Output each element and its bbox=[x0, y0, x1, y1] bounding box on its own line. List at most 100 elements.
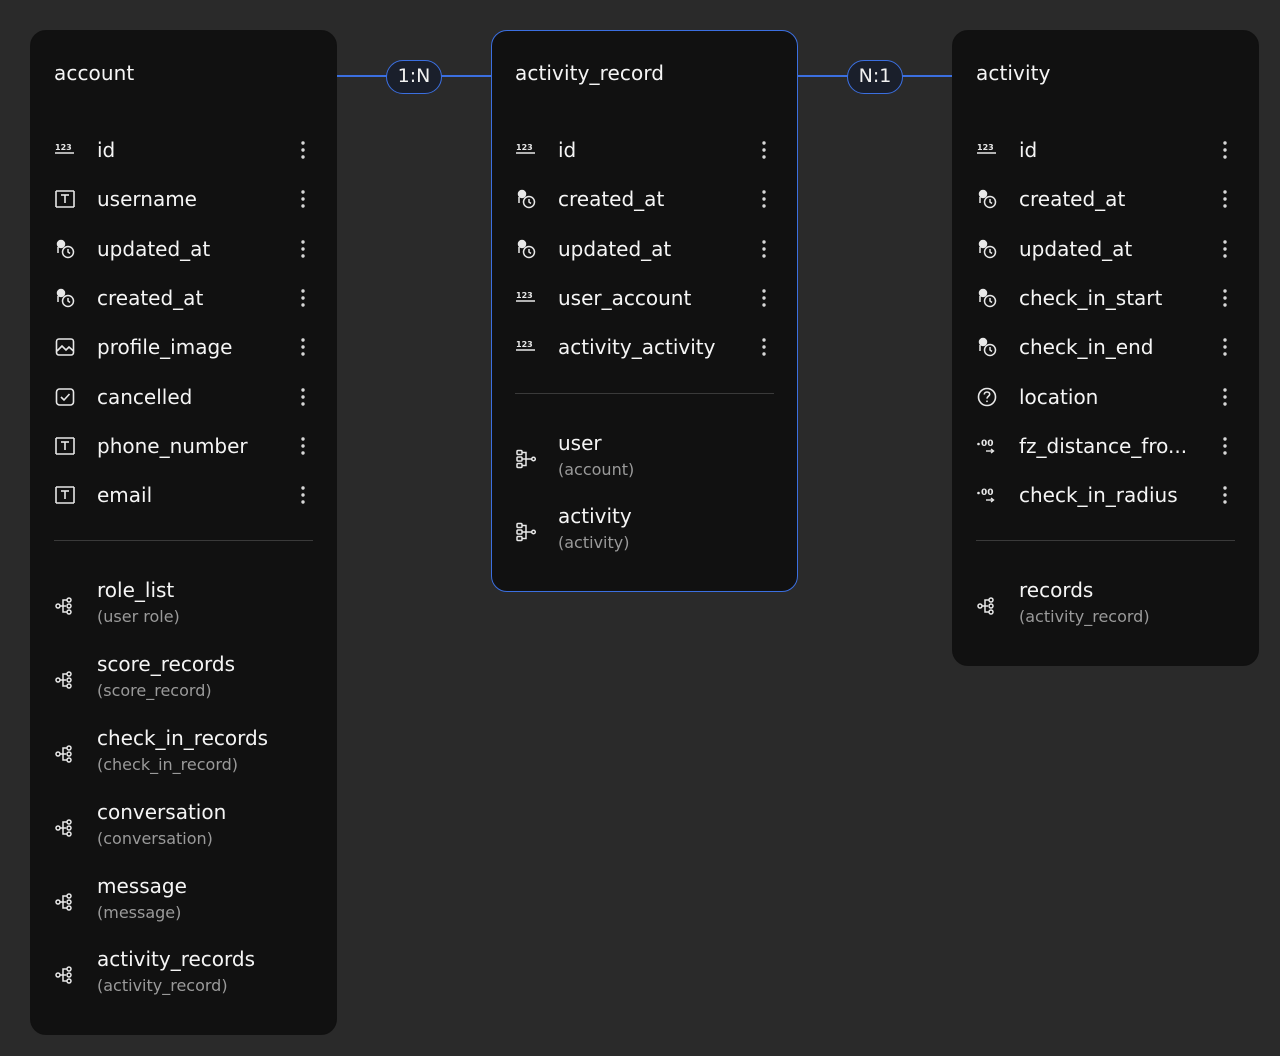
relation-name: check_in_records bbox=[97, 726, 269, 750]
more-options-icon[interactable] bbox=[1220, 188, 1230, 210]
svg-text:123: 123 bbox=[977, 143, 994, 152]
field-row-created-at[interactable]: created_at bbox=[953, 179, 1258, 219]
one-to-many-icon bbox=[54, 964, 76, 986]
field-name: updated_at bbox=[558, 236, 672, 261]
one-to-many-icon bbox=[54, 891, 76, 913]
field-row-fz-distance-fro[interactable]: 00 fz_distance_fro... bbox=[953, 426, 1258, 466]
more-options-icon[interactable] bbox=[298, 287, 308, 309]
relation-row-conversation[interactable]: conversation (conversation) bbox=[31, 798, 336, 858]
field-name: user_account bbox=[558, 285, 692, 310]
table-card-activity-record[interactable]: activity_record 123 id created_at updated_a… bbox=[491, 30, 798, 592]
field-row-created-at[interactable]: created_at bbox=[492, 179, 797, 219]
more-options-icon[interactable] bbox=[1220, 336, 1230, 358]
one-to-many-icon bbox=[54, 595, 76, 617]
field-row-user-account[interactable]: 123 user_account bbox=[492, 278, 797, 318]
field-row-check-in-radius[interactable]: 00 check_in_radius bbox=[953, 475, 1258, 515]
section-divider bbox=[976, 540, 1235, 542]
svg-text:123: 123 bbox=[55, 143, 72, 152]
unknown-type-icon bbox=[976, 386, 998, 408]
relation-target: (activity) bbox=[558, 533, 630, 553]
datetime-icon bbox=[976, 188, 998, 210]
svg-text:00: 00 bbox=[981, 488, 994, 498]
many-to-one-icon bbox=[515, 521, 537, 543]
relation-row-user[interactable]: user (account) bbox=[492, 429, 797, 489]
more-options-icon[interactable] bbox=[298, 386, 308, 408]
more-options-icon[interactable] bbox=[298, 484, 308, 506]
relation-target: (activity_record) bbox=[1019, 607, 1150, 627]
field-name: username bbox=[97, 187, 197, 212]
datetime-icon bbox=[976, 336, 998, 358]
field-row-check-in-end[interactable]: check_in_end bbox=[953, 327, 1258, 367]
more-options-icon[interactable] bbox=[298, 435, 308, 457]
more-options-icon[interactable] bbox=[759, 139, 769, 161]
more-options-icon[interactable] bbox=[759, 188, 769, 210]
svg-text:123: 123 bbox=[516, 143, 533, 152]
table-card-account[interactable]: account 123 id username updated_at created_a… bbox=[30, 30, 337, 1035]
field-row-email[interactable]: email bbox=[31, 475, 336, 515]
more-options-icon[interactable] bbox=[759, 287, 769, 309]
field-name: phone_number bbox=[97, 433, 248, 458]
more-options-icon[interactable] bbox=[1220, 238, 1230, 260]
image-icon bbox=[54, 336, 76, 358]
svg-text:00: 00 bbox=[981, 439, 994, 449]
field-row-updated-at[interactable]: updated_at bbox=[953, 229, 1258, 269]
relation-row-check-in-records[interactable]: check_in_records (check_in_record) bbox=[31, 724, 336, 784]
relation-name: activity_records bbox=[97, 947, 256, 972]
relation-row-records[interactable]: records (activity_record) bbox=[953, 576, 1258, 636]
more-options-icon[interactable] bbox=[298, 336, 308, 358]
relation-target: (check_in_record) bbox=[97, 755, 239, 774]
field-row-id[interactable]: 123 id bbox=[492, 130, 797, 170]
checkbox-icon bbox=[54, 386, 76, 408]
field-row-phone-number[interactable]: phone_number bbox=[31, 426, 336, 466]
field-row-location[interactable]: location bbox=[953, 377, 1258, 417]
field-row-updated-at[interactable]: updated_at bbox=[492, 229, 797, 269]
relation-row-role-list[interactable]: role_list (user role) bbox=[31, 576, 336, 636]
field-row-check-in-start[interactable]: check_in_start bbox=[953, 278, 1258, 318]
more-options-icon[interactable] bbox=[1220, 435, 1230, 457]
text-icon bbox=[54, 435, 76, 457]
field-row-id[interactable]: 123 id bbox=[953, 130, 1258, 170]
relation-row-message[interactable]: message (message) bbox=[31, 872, 336, 932]
field-name: fz_distance_fro... bbox=[1019, 433, 1188, 458]
field-name: id bbox=[558, 138, 577, 162]
one-to-many-icon bbox=[976, 595, 998, 617]
diagram-canvas[interactable]: 1:N N:1 account 123 id username updated_at c… bbox=[0, 0, 1280, 1056]
field-name: check_in_end bbox=[1019, 335, 1154, 360]
relation-badge-many-to-one[interactable]: N:1 bbox=[847, 60, 903, 94]
datetime-icon bbox=[976, 287, 998, 309]
relation-badge-one-to-many[interactable]: 1:N bbox=[386, 60, 442, 94]
table-title: activity bbox=[976, 61, 1051, 85]
table-card-activity[interactable]: activity 123 id created_at updated_at check_… bbox=[952, 30, 1259, 666]
more-options-icon[interactable] bbox=[1220, 484, 1230, 506]
more-options-icon[interactable] bbox=[1220, 139, 1230, 161]
more-options-icon[interactable] bbox=[759, 336, 769, 358]
number-icon: 123 bbox=[976, 139, 998, 161]
number-icon: 123 bbox=[515, 139, 537, 161]
more-options-icon[interactable] bbox=[1220, 386, 1230, 408]
relation-row-activity-records[interactable]: activity_records (activity_record) bbox=[31, 945, 336, 1005]
field-name: location bbox=[1019, 384, 1099, 409]
relation-name: activity bbox=[558, 504, 632, 529]
section-divider bbox=[54, 540, 313, 542]
relation-row-activity[interactable]: activity (activity) bbox=[492, 502, 797, 562]
number-icon: 123 bbox=[515, 287, 537, 309]
more-options-icon[interactable] bbox=[298, 238, 308, 260]
field-row-id[interactable]: 123 id bbox=[31, 130, 336, 170]
relation-target: (account) bbox=[558, 459, 635, 479]
field-row-created-at[interactable]: created_at bbox=[31, 278, 336, 318]
relation-row-score-records[interactable]: score_records (score_record) bbox=[31, 650, 336, 710]
field-row-cancelled[interactable]: cancelled bbox=[31, 377, 336, 417]
field-row-username[interactable]: username bbox=[31, 179, 336, 219]
relation-name: score_records bbox=[97, 652, 236, 677]
more-options-icon[interactable] bbox=[759, 238, 769, 260]
more-options-icon[interactable] bbox=[298, 139, 308, 161]
more-options-icon[interactable] bbox=[1220, 287, 1230, 309]
datetime-icon bbox=[54, 238, 76, 260]
relation-target: (conversation) bbox=[97, 828, 213, 848]
more-options-icon[interactable] bbox=[298, 188, 308, 210]
table-title: account bbox=[54, 61, 135, 85]
field-row-profile-image[interactable]: profile_image bbox=[31, 327, 336, 367]
relation-target: (score_record) bbox=[97, 681, 212, 701]
field-row-activity-activity[interactable]: 123 activity_activity bbox=[492, 327, 797, 367]
field-row-updated-at[interactable]: updated_at bbox=[31, 229, 336, 269]
